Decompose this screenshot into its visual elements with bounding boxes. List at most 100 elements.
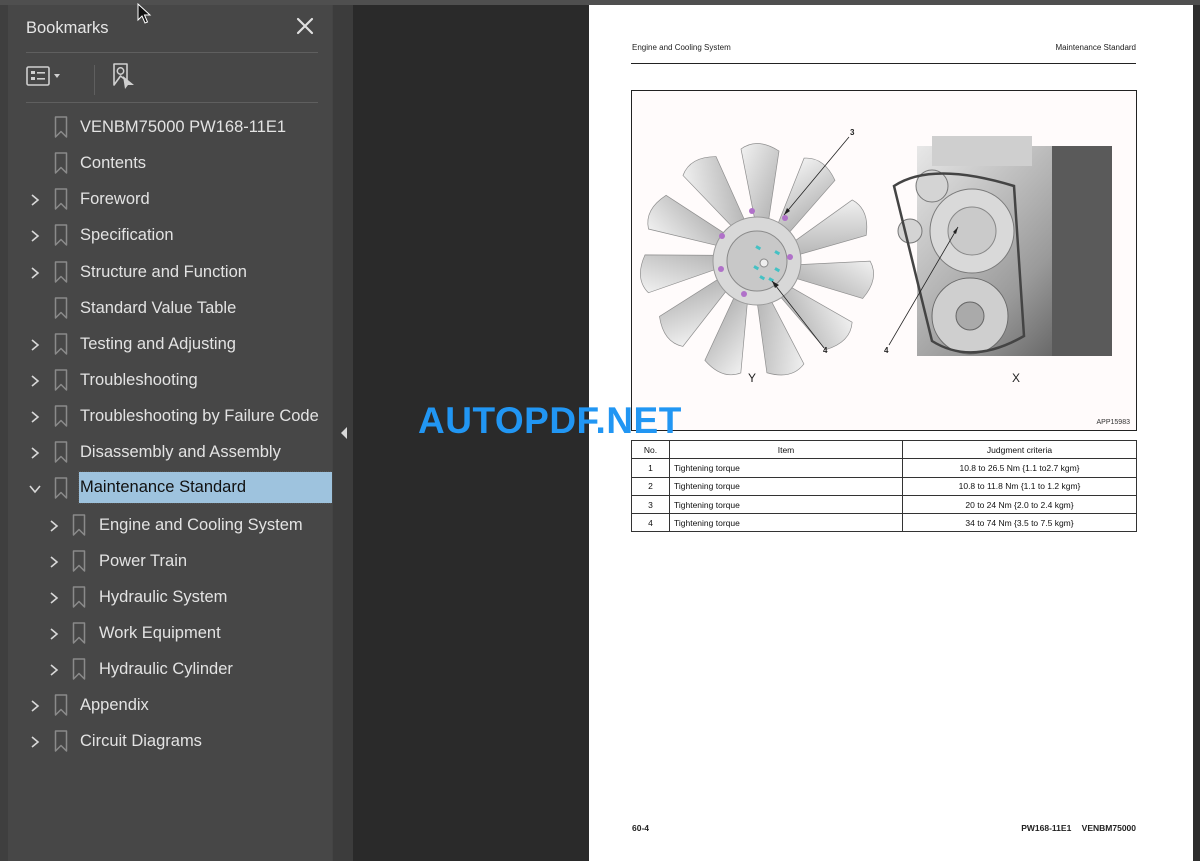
bookmark-item[interactable]: Engine and Cooling System [8, 507, 332, 543]
bookmark-item[interactable]: Structure and Function [8, 254, 332, 290]
bookmark-icon [54, 188, 68, 211]
bookmark-item[interactable]: Contents [8, 145, 332, 181]
bookmark-label[interactable]: Troubleshooting [80, 369, 198, 391]
chevron-right-icon[interactable] [28, 409, 42, 423]
cell-item: Tightening torque [669, 458, 903, 478]
cell-item: Tightening torque [669, 476, 903, 496]
bookmark-label[interactable]: Engine and Cooling System [99, 514, 303, 536]
chevron-right-icon[interactable] [47, 590, 61, 604]
cell-criteria: 20 to 24 Nm {2.0 to 2.4 kgm} [902, 494, 1137, 515]
panel-splitter[interactable] [332, 5, 353, 861]
cell-no: 2 [631, 476, 670, 496]
cell-item: Tightening torque [669, 494, 903, 515]
bookmark-label[interactable]: Specification [80, 224, 174, 246]
chevron-right-icon[interactable] [28, 228, 42, 243]
bookmark-label[interactable]: Troubleshooting by Failure Code [80, 405, 319, 427]
bookmark-icon [72, 513, 86, 536]
bookmark-label[interactable]: Standard Value Table [80, 297, 236, 319]
chevron-right-icon[interactable] [28, 337, 42, 351]
bookmark-label[interactable]: Hydraulic Cylinder [99, 658, 233, 680]
bookmark-icon [54, 333, 68, 355]
bookmark-icon [54, 694, 68, 716]
bookmark-item[interactable]: Hydraulic System [8, 579, 332, 615]
watermark: AUTOPDF.NET [418, 400, 682, 441]
bookmark-icon [54, 405, 68, 427]
bookmark-label[interactable]: Circuit Diagrams [80, 730, 202, 752]
bookmark-icon [54, 441, 68, 464]
bookmark-item[interactable]: Troubleshooting by Failure Code [8, 398, 332, 434]
bookmark-item[interactable]: Testing and Adjusting [8, 326, 332, 362]
page-header-rule [631, 63, 1136, 64]
bookmark-label[interactable]: Testing and Adjusting [80, 333, 236, 355]
document-id: PW168-11E1 VENBM75000 [1021, 823, 1136, 833]
chevron-right-icon[interactable] [28, 698, 42, 712]
bookmark-label[interactable]: Contents [80, 152, 146, 174]
bookmark-label[interactable]: Appendix [80, 694, 149, 716]
col-header-criteria: Judgment criteria [902, 439, 1137, 460]
table-row: 3 Tightening torque 20 to 24 Nm {2.0 to 2.… [631, 494, 1137, 515]
maintenance-standard-table: No. Item Judgment criteria 1 Tightening t… [631, 439, 1137, 533]
engine-drawing [892, 136, 1112, 356]
chevron-down-icon[interactable] [28, 481, 42, 495]
chevron-right-icon[interactable] [47, 626, 61, 640]
bookmark-item[interactable]: Standard Value Table [8, 290, 332, 326]
bookmark-item[interactable]: Disassembly and Assembly [8, 434, 332, 470]
chevron-right-icon[interactable] [47, 662, 61, 676]
cell-criteria: 34 to 74 Nm {3.5 to 7.5 kgm} [902, 513, 1137, 533]
chevron-right-icon[interactable] [28, 265, 42, 279]
list-options-icon [26, 66, 60, 86]
bookmark-icon [54, 369, 68, 391]
chevron-right-icon[interactable] [28, 734, 42, 749]
bookmark-label[interactable]: Foreword [80, 188, 150, 210]
chevron-right-icon[interactable] [28, 445, 42, 459]
bookmark-icon [54, 224, 68, 247]
bookmark-icon [54, 152, 68, 174]
cell-no: 1 [631, 458, 670, 478]
table-row: 1 Tightening torque 10.8 to 26.5 Nm {1.1 t… [631, 458, 1137, 478]
bookmark-label[interactable]: Structure and Function [80, 261, 247, 283]
bookmark-item[interactable]: Foreword [8, 181, 332, 217]
bookmark-find-icon [113, 63, 134, 89]
collapse-panel-arrow-icon[interactable] [340, 425, 348, 439]
bookmark-item[interactable]: Specification [8, 217, 332, 253]
chevron-right-icon[interactable] [28, 192, 42, 206]
bookmark-item[interactable]: Work Equipment [8, 615, 332, 651]
callout-3: 3 [850, 128, 855, 137]
cell-item: Tightening torque [669, 513, 903, 533]
toolbar-divider [26, 102, 318, 103]
bookmark-icon [54, 477, 68, 500]
bookmark-options-button[interactable] [26, 61, 66, 93]
close-icon[interactable] [294, 15, 316, 37]
vertical-scrollbar-track[interactable] [1193, 5, 1200, 861]
bookmark-item[interactable]: VENBM75000 PW168-11E1 [8, 109, 332, 145]
bookmark-item[interactable]: Troubleshooting [8, 362, 332, 398]
bookmark-icon [54, 116, 68, 138]
bookmark-tree: VENBM75000 PW168-11E1 Contents Foreword Spe… [8, 109, 333, 760]
table-row: 2 Tightening torque 10.8 to 11.8 Nm {1.1 t… [631, 476, 1137, 496]
cell-no: 3 [631, 494, 670, 515]
bookmark-label[interactable]: VENBM75000 PW168-11E1 [80, 116, 286, 138]
table-row: 4 Tightening torque 34 to 74 Nm {3.5 to 7.… [631, 513, 1137, 533]
find-current-bookmark-button[interactable] [108, 61, 142, 93]
bookmark-item[interactable]: Hydraulic Cylinder [8, 651, 332, 687]
bookmark-label[interactable]: Maintenance Standard [78, 471, 333, 505]
bookmark-icon [54, 296, 68, 319]
bookmark-label[interactable]: Power Train [99, 550, 187, 572]
bookmarks-toolbar [26, 61, 318, 97]
bookmark-label[interactable]: Disassembly and Assembly [80, 441, 281, 463]
toolbar-separator [94, 65, 95, 95]
bookmark-item[interactable]: Power Train [8, 543, 332, 579]
bookmark-item[interactable]: Maintenance Standard [8, 470, 333, 506]
chevron-right-icon[interactable] [47, 518, 61, 532]
col-header-no: No. [631, 439, 670, 460]
bookmark-label[interactable]: Hydraulic System [99, 586, 227, 608]
col-header-item: Item [669, 439, 903, 460]
chevron-right-icon[interactable] [28, 373, 42, 387]
chevron-right-icon[interactable] [47, 554, 61, 568]
bookmarks-header: Bookmarks [26, 15, 326, 45]
bookmark-label[interactable]: Work Equipment [99, 622, 221, 644]
bookmark-item[interactable]: Appendix [8, 687, 332, 723]
bookmark-item[interactable]: Circuit Diagrams [8, 723, 332, 759]
bookmark-icon [54, 730, 68, 753]
page-number: 60-4 [632, 823, 650, 833]
